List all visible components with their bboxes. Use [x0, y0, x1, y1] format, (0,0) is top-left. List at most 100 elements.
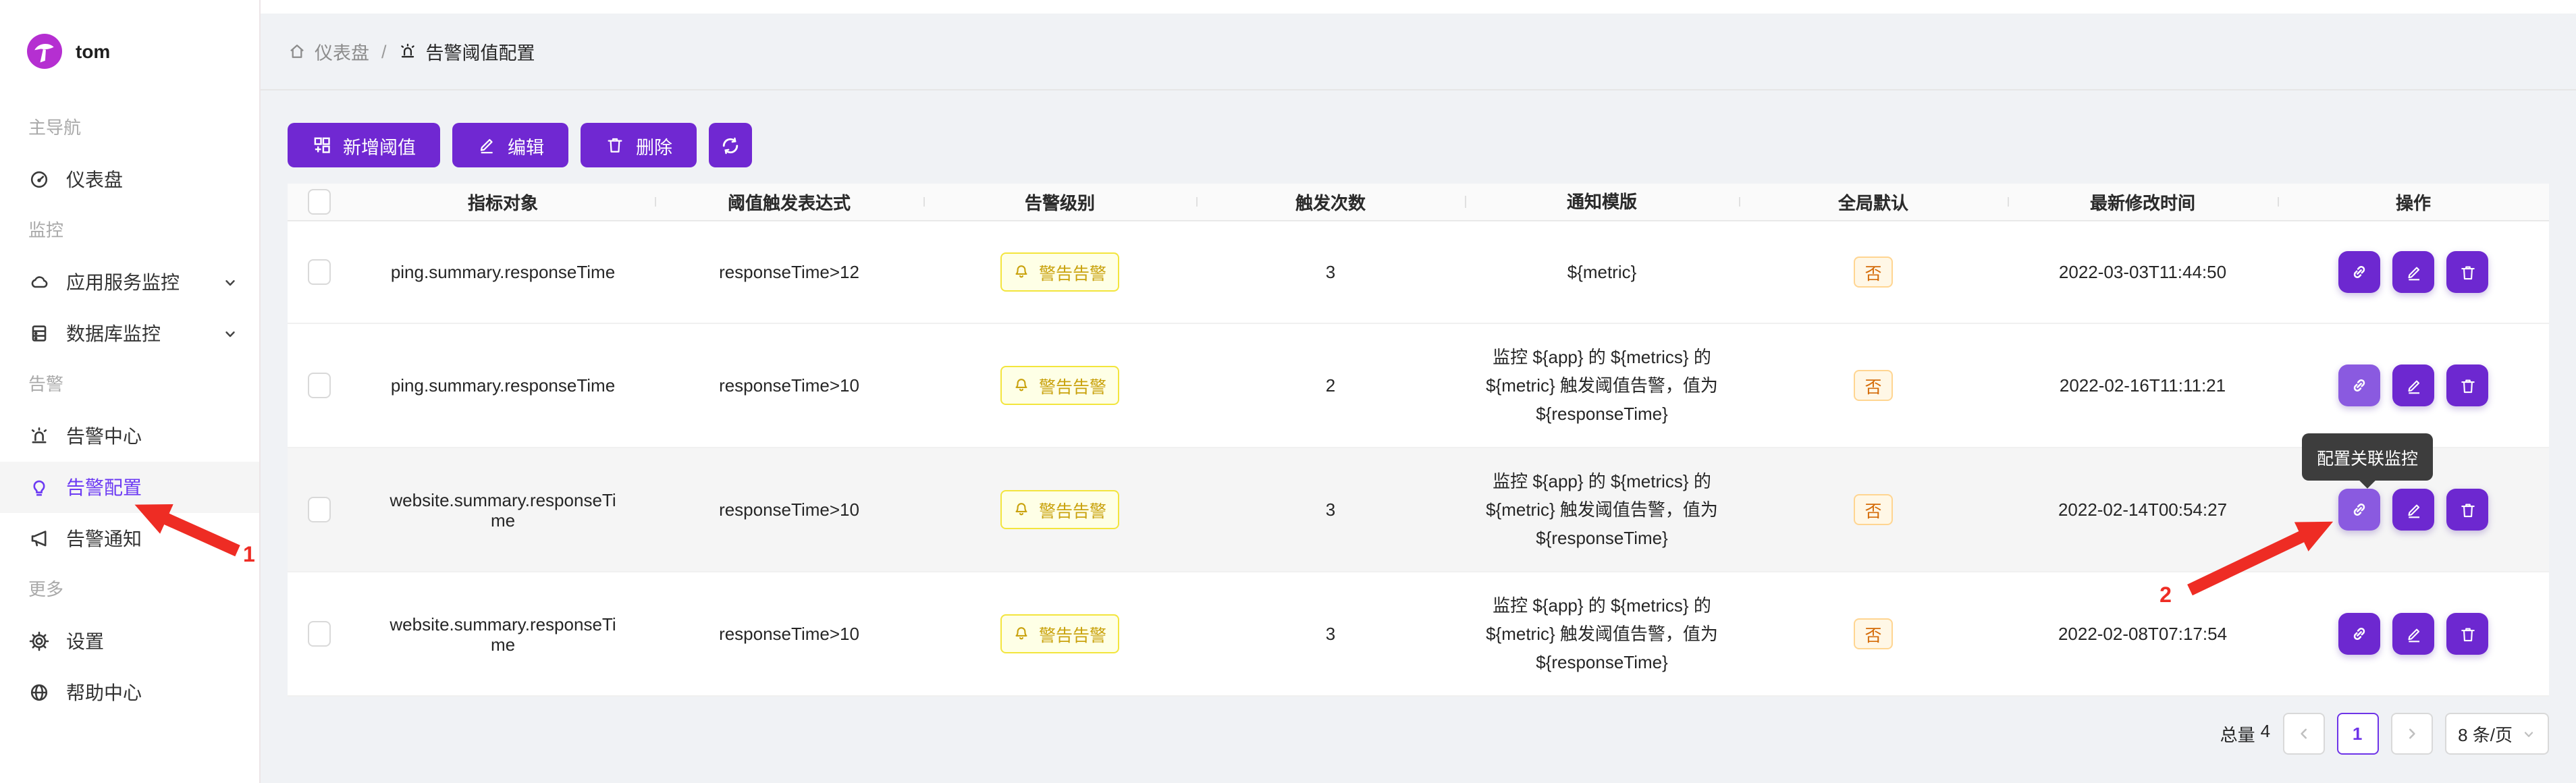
row-checkbox[interactable]: [308, 373, 331, 398]
top-strip: [261, 0, 2576, 14]
row-checkbox[interactable]: [308, 497, 331, 522]
sidebar-item-settings[interactable]: 设置: [0, 616, 259, 667]
link-icon: [2349, 262, 2369, 282]
breadcrumb: 仪表盘 / 告警阈值配置: [261, 14, 2576, 90]
alert-siren-icon: [399, 42, 418, 61]
link-monitor-tooltip: 配置关联监控: [2302, 433, 2433, 481]
delete-row-button[interactable]: [2446, 364, 2488, 406]
appstore-add-icon: [312, 135, 332, 155]
metric-object-cell: ping.summary.responseTime: [351, 262, 655, 282]
link-icon: [2349, 375, 2369, 396]
notify-template-cell: 监控 ${app} 的 ${metrics} 的 ${metric} 触发阈值告…: [1465, 343, 1739, 428]
toolbar: 新增阈值 编辑 删除: [288, 123, 2549, 167]
table-row[interactable]: website.summary.responseTime responseTim…: [288, 448, 2549, 572]
alert-level-label: 警告告警: [1039, 621, 1106, 647]
delete-row-button[interactable]: [2446, 489, 2488, 531]
pagination: 总量 4 1 8 条/页: [288, 713, 2549, 755]
sync-icon: [720, 134, 741, 156]
trash-icon: [605, 135, 625, 155]
app-window: tom 主导航 仪表盘 监控 应用服务监控: [0, 0, 2576, 783]
table-row[interactable]: ping.summary.responseTime responseTime>1…: [288, 221, 2549, 324]
page-size-select[interactable]: 8 条/页: [2444, 713, 2549, 755]
trigger-times-cell: 3: [1196, 262, 1465, 282]
prev-page-button[interactable]: [2282, 713, 2324, 755]
delete-row-button[interactable]: [2446, 251, 2488, 293]
metric-object-cell: ping.summary.responseTime: [351, 375, 655, 396]
col-notify-template: 通知模版: [1465, 188, 1739, 216]
gear-icon: [28, 630, 50, 652]
alert-level-label: 警告告警: [1039, 373, 1106, 398]
delete-row-button[interactable]: [2446, 613, 2488, 655]
global-default-tag: 否: [1854, 618, 1892, 649]
global-default-tag: 否: [1854, 370, 1892, 401]
modified-time-cell: 2022-02-14T00:54:27: [2008, 500, 2278, 520]
edit-label: 编辑: [508, 132, 544, 159]
edit-pencil-icon: [2404, 376, 2423, 395]
table-row[interactable]: website.summary.responseTime responseTim…: [288, 572, 2549, 697]
table-row[interactable]: ping.summary.responseTime responseTime>1…: [288, 324, 2549, 448]
sidebar-item-label: 数据库监控: [66, 320, 161, 347]
notify-template-cell: ${metric}: [1465, 258, 1739, 286]
edit-row-button[interactable]: [2392, 613, 2434, 655]
chevron-down-icon: [2522, 727, 2535, 740]
select-all-checkbox[interactable]: [308, 189, 331, 215]
alert-level-cell: 警告告警: [923, 614, 1196, 653]
edit-row-button[interactable]: [2392, 364, 2434, 406]
sidebar-item-help-center[interactable]: 帮助中心: [0, 667, 259, 718]
row-checkbox[interactable]: [308, 621, 331, 647]
edit-pencil-icon: [2404, 500, 2423, 519]
sidebar-item-label: 帮助中心: [66, 679, 142, 706]
breadcrumb-dashboard[interactable]: 仪表盘: [288, 38, 369, 65]
add-threshold-button[interactable]: 新增阈值: [288, 123, 440, 167]
notify-template-cell: 监控 ${app} 的 ${metrics} 的 ${metric} 触发阈值告…: [1465, 467, 1739, 552]
metric-object-cell: website.summary.responseTime: [351, 614, 655, 654]
page-number-button[interactable]: 1: [2336, 713, 2378, 755]
link-monitor-button[interactable]: [2338, 489, 2380, 531]
sidebar-item-app-service-monitor[interactable]: 应用服务监控: [0, 256, 259, 308]
bell-icon: [1013, 263, 1031, 281]
edit-button[interactable]: 编辑: [452, 123, 568, 167]
operations-cell: [2278, 489, 2549, 531]
table-header-row: 指标对象 阈值触发表达式 告警级别 触发次数 通知模版 全局默认 最新修改时间 …: [288, 184, 2549, 221]
delete-button[interactable]: 删除: [581, 123, 697, 167]
dashboard-gauge-icon: [28, 169, 50, 190]
alert-level-tag: 警告告警: [1001, 366, 1119, 405]
trash-icon: [2458, 376, 2477, 395]
trash-icon: [2458, 624, 2477, 643]
col-global-default: 全局默认: [1739, 189, 2008, 215]
link-monitor-button[interactable]: [2338, 613, 2380, 655]
trigger-times-cell: 3: [1196, 500, 1465, 520]
modified-time-cell: 2022-03-03T11:44:50: [2008, 262, 2278, 282]
global-default-tag: 否: [1854, 494, 1892, 525]
alert-level-tag: 警告告警: [1001, 490, 1119, 529]
nav-group-monitor: 监控: [0, 205, 259, 256]
sidebar-item-dashboard[interactable]: 仪表盘: [0, 154, 259, 205]
col-operations: 操作: [2278, 189, 2549, 215]
breadcrumb-label: 告警阈值配置: [426, 38, 535, 65]
sidebar-item-alert-center[interactable]: 告警中心: [0, 410, 259, 462]
refresh-button[interactable]: [709, 123, 752, 167]
col-trigger-expression: 阈值触发表达式: [655, 189, 923, 215]
col-modified-time: 最新修改时间: [2008, 189, 2278, 215]
table-body: ping.summary.responseTime responseTime>1…: [288, 221, 2549, 697]
sidebar-item-alert-config[interactable]: 告警配置: [0, 462, 259, 513]
total-count: 总量 4: [2220, 721, 2271, 747]
total-value: 4: [2261, 721, 2270, 747]
edit-row-button[interactable]: [2392, 489, 2434, 531]
threshold-table: 指标对象 阈值触发表达式 告警级别 触发次数 通知模版 全局默认 最新修改时间 …: [288, 184, 2549, 697]
sidebar-item-label: 告警通知: [66, 525, 142, 552]
sidebar-item-label: 设置: [66, 628, 104, 655]
col-metric-object: 指标对象: [351, 189, 655, 215]
next-page-button[interactable]: [2390, 713, 2432, 755]
sidebar: tom 主导航 仪表盘 监控 应用服务监控: [0, 0, 261, 783]
alert-level-cell: 警告告警: [923, 252, 1196, 292]
sidebar-item-database-monitor[interactable]: 数据库监控: [0, 308, 259, 359]
link-monitor-button[interactable]: [2338, 251, 2380, 293]
link-monitor-button[interactable]: [2338, 364, 2380, 406]
edit-row-button[interactable]: [2392, 251, 2434, 293]
chevron-right-icon: [2404, 726, 2419, 741]
total-label: 总量: [2220, 721, 2255, 747]
app-logo-icon: [27, 34, 62, 69]
sidebar-item-alert-notice[interactable]: 告警通知: [0, 513, 259, 564]
row-checkbox[interactable]: [308, 259, 331, 285]
